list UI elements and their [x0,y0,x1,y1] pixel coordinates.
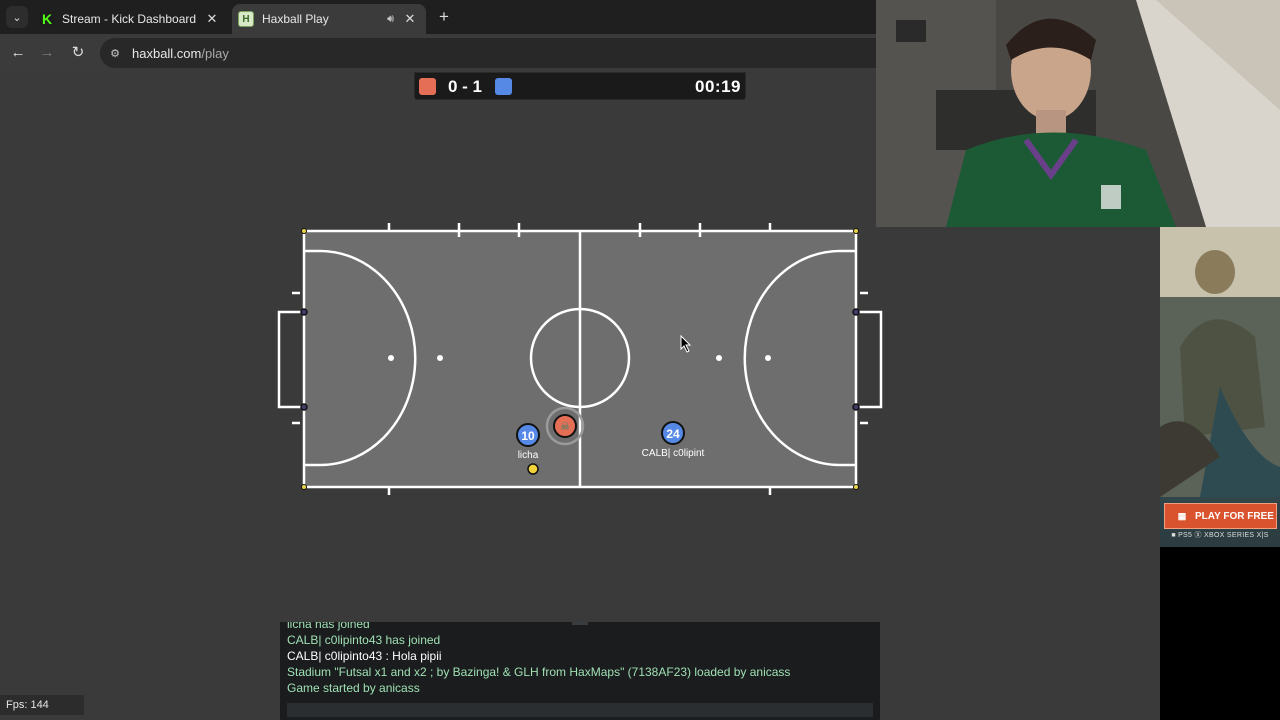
advertisement-banner[interactable]: ▦ PLAY FOR FREE ■ PS5 Ⓧ XBOX SERIES X|S [1160,227,1280,547]
chat-message: Game started by anicass [287,681,420,695]
player-licha: 10 licha [516,423,540,461]
score-display: 0 - 1 [447,77,483,96]
chat-message: licha has joined [287,622,370,631]
tab-title: Haxball Play [262,12,329,26]
tab-kick-dashboard[interactable]: K Stream - Kick Dashboard ✕ [32,4,228,34]
chat-log: licha has joined CALB| c0lipinto43 has j… [287,622,877,696]
chat-message: CALB| c0lipinto43 has joined [287,633,441,647]
skull-icon: ☠ [560,420,570,433]
chat-input[interactable] [287,703,873,717]
match-timer: 00:19 [695,77,741,96]
url-text[interactable]: haxball.com/play [132,46,229,61]
site-settings-icon[interactable]: ⚙ [108,47,122,60]
chevron-down-icon: ⌄ [12,11,22,24]
webcam-image [876,0,1280,227]
haxball-favicon-icon: H [238,11,254,27]
browser-toolbar: ← → ↻ ⚙ haxball.com/play [0,34,876,72]
fps-counter: Fps: 144 [0,695,84,715]
play-for-free-button[interactable]: ▦ PLAY FOR FREE [1164,503,1277,529]
tab-haxball-play[interactable]: H Haxball Play 🔊︎ ✕ [232,4,426,34]
forward-arrow-icon[interactable]: → [37,43,57,63]
tab-title: Stream - Kick Dashboard [62,12,197,26]
blue-team-indicator [495,78,512,95]
close-tab-icon[interactable]: ✕ [204,11,220,27]
reload-icon[interactable]: ↻ [68,43,88,63]
chat-message: CALB| c0lipinto43 : Hola pipii [287,649,442,663]
player-name: licha [518,450,539,461]
back-arrow-icon[interactable]: ← [8,43,28,63]
chat-panel: licha has joined CALB| c0lipinto43 has j… [280,622,880,720]
browser-tab-strip: ⌄ K Stream - Kick Dashboard ✕ H Haxball … [0,0,876,34]
speaker-icon[interactable]: 🔊︎ [387,13,394,26]
ad-spacer [1160,547,1280,720]
red-team-indicator [419,78,436,95]
game-pitch[interactable]: ☠ 10 licha 24 CALB| c0lipint [270,215,890,505]
kick-favicon-icon: K [40,11,54,27]
ball [527,463,539,475]
scoreboard: 0 - 1 00:19 [414,72,746,100]
address-bar[interactable]: ⚙ haxball.com/play [100,38,876,68]
ad-artwork [1160,227,1280,497]
chat-message: Stadium "Futsal x1 and x2 ; by Bazinga! … [287,665,791,679]
player-name: CALB| c0lipint [642,448,705,459]
new-tab-button[interactable]: + [434,7,454,27]
webcam-feed [876,0,1280,227]
player-avatar: 24 [666,427,680,441]
windows-icon: ▦ [1177,510,1187,521]
tab-search-button[interactable]: ⌄ [6,6,28,28]
close-tab-icon[interactable]: ✕ [402,11,418,27]
platform-logos: ■ PS5 Ⓧ XBOX SERIES X|S [1171,532,1269,539]
player-avatar: 10 [521,429,535,443]
